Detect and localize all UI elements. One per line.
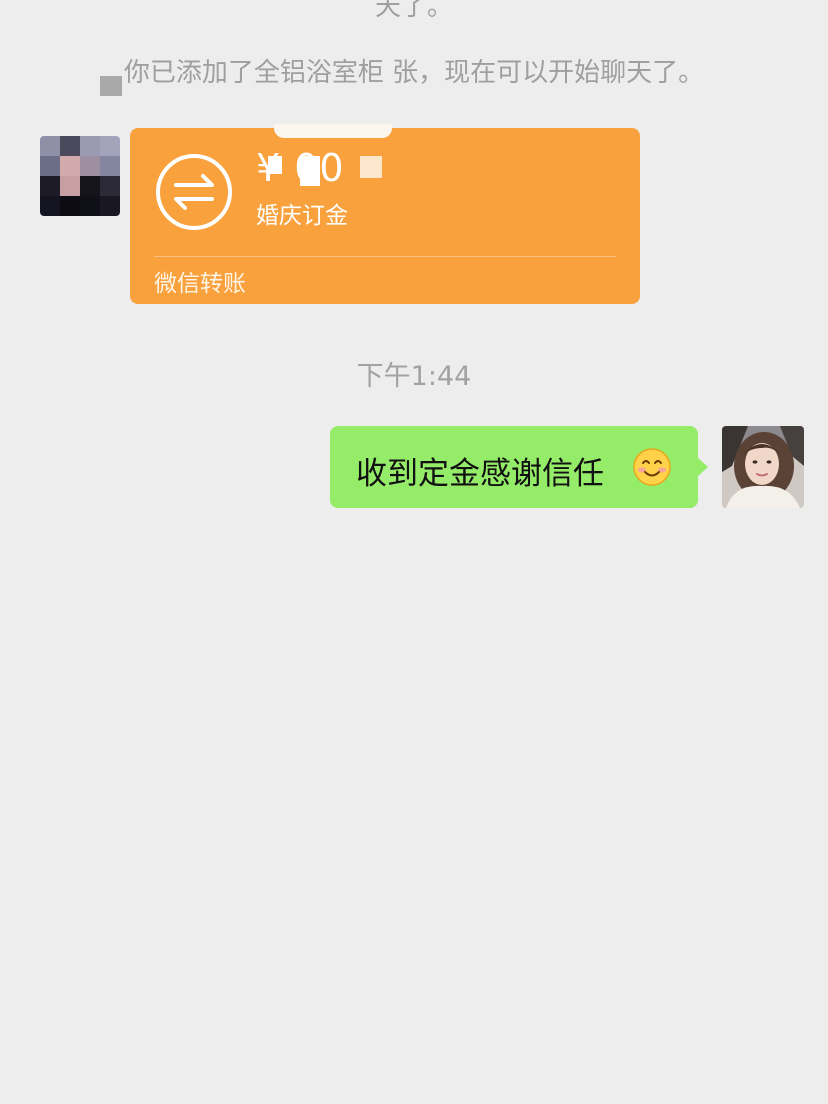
contact-avatar[interactable] [40, 136, 120, 216]
my-message-text: 收到定金感谢信任 [356, 456, 604, 492]
redaction-mosaic [100, 76, 122, 96]
smiling-face-icon [633, 448, 671, 486]
redaction-block [268, 156, 282, 174]
card-divider [154, 256, 616, 257]
transfer-footer-label: 微信转账 [154, 271, 246, 297]
redaction-block [300, 156, 320, 186]
card-notch [274, 124, 392, 138]
bubble-tail [697, 457, 708, 477]
system-message-partial: 天了。 [374, 0, 453, 22]
friend-added-notice: 你已添加了全铝浴室柜 张，现在可以开始聊天了。 [123, 58, 705, 88]
redaction-block [360, 156, 382, 178]
my-avatar[interactable] [722, 426, 804, 508]
message-timestamp: 下午1:44 [356, 361, 472, 392]
transfer-memo: 婚庆订金 [256, 203, 348, 229]
my-message-bubble[interactable]: 收到定金感谢信任 [330, 426, 708, 508]
transfer-arrows-icon [156, 154, 232, 230]
transfer-card[interactable]: ¥ 00 婚庆订金 微信转账 [130, 124, 640, 304]
